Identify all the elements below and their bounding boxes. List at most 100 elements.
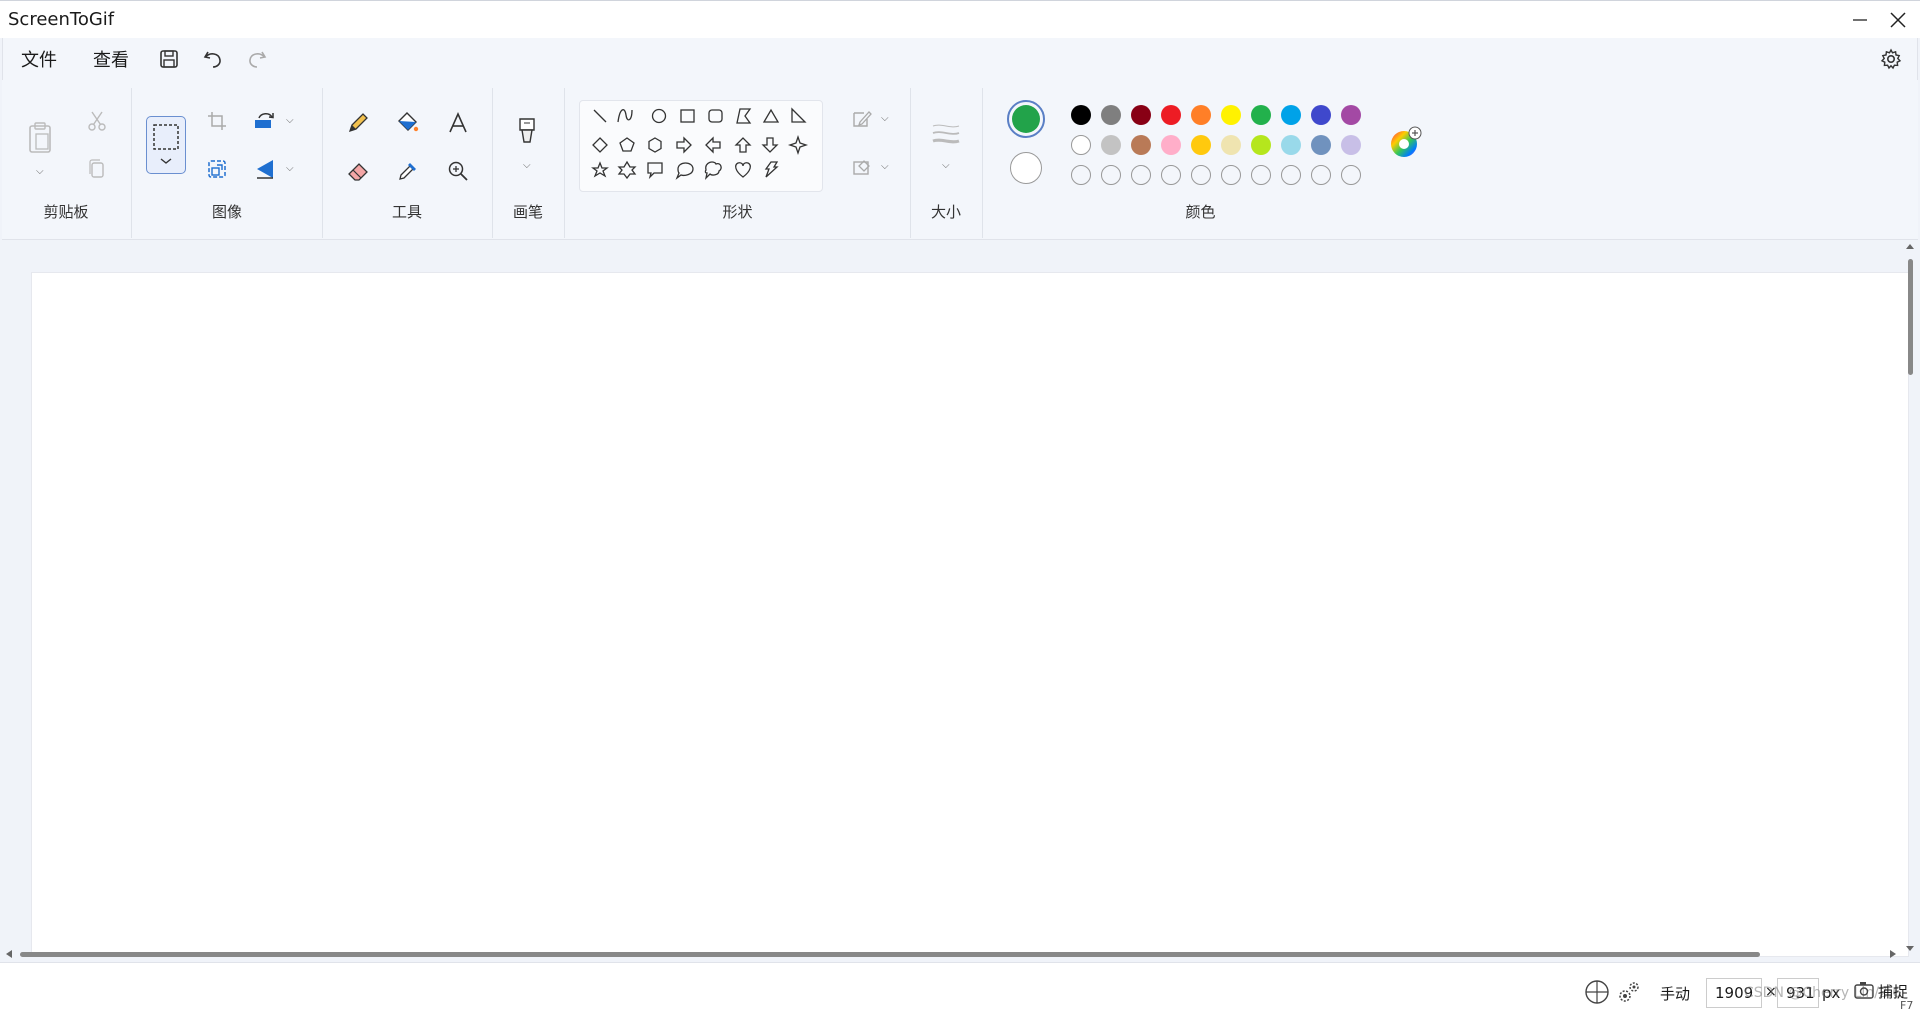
- custom-color-slot[interactable]: [1341, 165, 1361, 185]
- paste-button[interactable]: [24, 116, 56, 160]
- palette-swatch[interactable]: [1191, 105, 1211, 125]
- right-arrow-shape-icon: [676, 136, 692, 154]
- settings-button[interactable]: [1869, 42, 1913, 76]
- brush-button[interactable]: [509, 112, 545, 152]
- line-shape-icon: [593, 109, 607, 123]
- image-group: ⌵ ⌵ 图像: [132, 80, 322, 240]
- palette-swatch[interactable]: [1101, 135, 1121, 155]
- palette-swatch[interactable]: [1221, 105, 1241, 125]
- flip-button[interactable]: [250, 154, 280, 184]
- select-button[interactable]: [146, 116, 186, 174]
- oval-shape-icon: [651, 108, 667, 124]
- tools-group: 工具: [323, 80, 491, 240]
- fill-button[interactable]: [847, 152, 877, 182]
- palette-swatch[interactable]: [1221, 135, 1241, 155]
- palette-swatch[interactable]: [1191, 135, 1211, 155]
- triangle-shape-icon: [762, 108, 780, 123]
- resize-button[interactable]: [202, 154, 232, 184]
- save-icon: [160, 50, 178, 68]
- size-dropdown-icon[interactable]: ⌵: [942, 160, 950, 171]
- capture-settings-button[interactable]: [1614, 977, 1644, 1007]
- capture-mode-label[interactable]: 手动: [1660, 983, 1690, 1004]
- paste-dropdown-icon[interactable]: ⌵: [36, 166, 44, 177]
- window-title: ScreenToGif: [8, 9, 115, 30]
- custom-color-slot[interactable]: [1131, 165, 1151, 185]
- edit-colors-button[interactable]: [1388, 124, 1424, 160]
- size-button[interactable]: [929, 118, 963, 152]
- palette-swatch[interactable]: [1341, 105, 1361, 125]
- custom-color-slot[interactable]: [1251, 165, 1271, 185]
- size-group: ⌵ 大小: [911, 80, 981, 240]
- pencil-tool[interactable]: [341, 106, 375, 140]
- horizontal-scrollbar[interactable]: [2, 946, 1902, 962]
- right-triangle-shape-icon: [791, 107, 807, 123]
- rotate-button[interactable]: [250, 106, 280, 136]
- palette-swatch[interactable]: [1071, 105, 1091, 125]
- palette-swatch[interactable]: [1251, 105, 1271, 125]
- magnifier-tool[interactable]: [441, 154, 475, 188]
- eraser-tool[interactable]: [341, 154, 375, 188]
- menu-view[interactable]: 查看: [75, 42, 147, 76]
- palette-swatch[interactable]: [1161, 135, 1181, 155]
- palette-swatch[interactable]: [1251, 135, 1271, 155]
- down-arrow-shape-icon: [761, 137, 779, 153]
- paste-icon: [29, 122, 51, 153]
- crop-button[interactable]: [202, 106, 232, 136]
- fill-tool[interactable]: [391, 106, 425, 140]
- custom-color-slot[interactable]: [1161, 165, 1181, 185]
- ribbon: ⌵ 剪贴板 ⌵ ⌵ 图像 工具 ⌵ 画笔 ⌵ ⌵ 形状 ⌵ 大小 颜色: [2, 80, 1918, 240]
- vertical-scrollbar-graphic: [1906, 244, 1914, 951]
- custom-color-slot[interactable]: [1191, 165, 1211, 185]
- custom-color-slot[interactable]: [1071, 165, 1091, 185]
- close-button[interactable]: [1878, 1, 1918, 39]
- crosshair-icon: [1585, 980, 1609, 1004]
- minimize-button[interactable]: [1840, 1, 1880, 39]
- palette-swatch[interactable]: [1101, 105, 1121, 125]
- save-button[interactable]: [147, 42, 191, 76]
- palette-swatch[interactable]: [1131, 135, 1151, 155]
- close-icon: [1890, 12, 1906, 28]
- vertical-scrollbar[interactable]: [1902, 241, 1918, 962]
- gear-icon: [1880, 48, 1902, 70]
- eyedropper-icon: [399, 163, 416, 180]
- custom-color-slot[interactable]: [1281, 165, 1301, 185]
- rotate-dropdown-icon[interactable]: ⌵: [286, 115, 294, 126]
- rotate-icon: [255, 113, 274, 128]
- drawing-canvas[interactable]: [32, 273, 1908, 956]
- palette-swatch[interactable]: [1281, 135, 1301, 155]
- palette-swatch[interactable]: [1281, 105, 1301, 125]
- up-arrow-shape-icon: [734, 137, 752, 153]
- palette-swatch[interactable]: [1311, 135, 1331, 155]
- palette-swatch[interactable]: [1161, 105, 1181, 125]
- redo-button[interactable]: [235, 42, 279, 76]
- color-picker-tool[interactable]: [391, 154, 425, 188]
- size-label: 大小: [930, 203, 961, 221]
- crosshair-button[interactable]: [1582, 977, 1612, 1007]
- palette-swatch[interactable]: [1341, 135, 1361, 155]
- text-tool[interactable]: [441, 106, 475, 140]
- palette-swatch[interactable]: [1311, 105, 1331, 125]
- primary-color-button[interactable]: [1007, 100, 1045, 138]
- outline-dropdown-icon[interactable]: ⌵: [881, 113, 889, 124]
- flip-dropdown-icon[interactable]: ⌵: [286, 163, 294, 174]
- title-bar: ScreenToGif: [0, 0, 1920, 38]
- custom-color-slot[interactable]: [1311, 165, 1331, 185]
- brush-icon: [519, 118, 535, 143]
- palette-swatch[interactable]: [1131, 105, 1151, 125]
- shape-fill-icon: [853, 160, 870, 175]
- copy-button[interactable]: [82, 154, 112, 184]
- outline-button[interactable]: [847, 104, 877, 134]
- brush-dropdown-icon[interactable]: ⌵: [523, 160, 531, 171]
- hexagon-shape-icon: [648, 137, 662, 153]
- fill-dropdown-icon[interactable]: ⌵: [881, 161, 889, 172]
- rounded-rectangle-shape-icon: [708, 109, 723, 123]
- custom-color-slot[interactable]: [1221, 165, 1241, 185]
- diamond-shape-icon: [592, 137, 608, 153]
- undo-button[interactable]: [191, 42, 235, 76]
- secondary-color-button[interactable]: [1010, 152, 1042, 184]
- palette-swatch[interactable]: [1071, 135, 1091, 155]
- custom-color-slot[interactable]: [1101, 165, 1121, 185]
- menu-file[interactable]: 文件: [3, 42, 75, 76]
- capture-button[interactable]: [1852, 977, 1876, 1003]
- cut-button[interactable]: [82, 106, 112, 136]
